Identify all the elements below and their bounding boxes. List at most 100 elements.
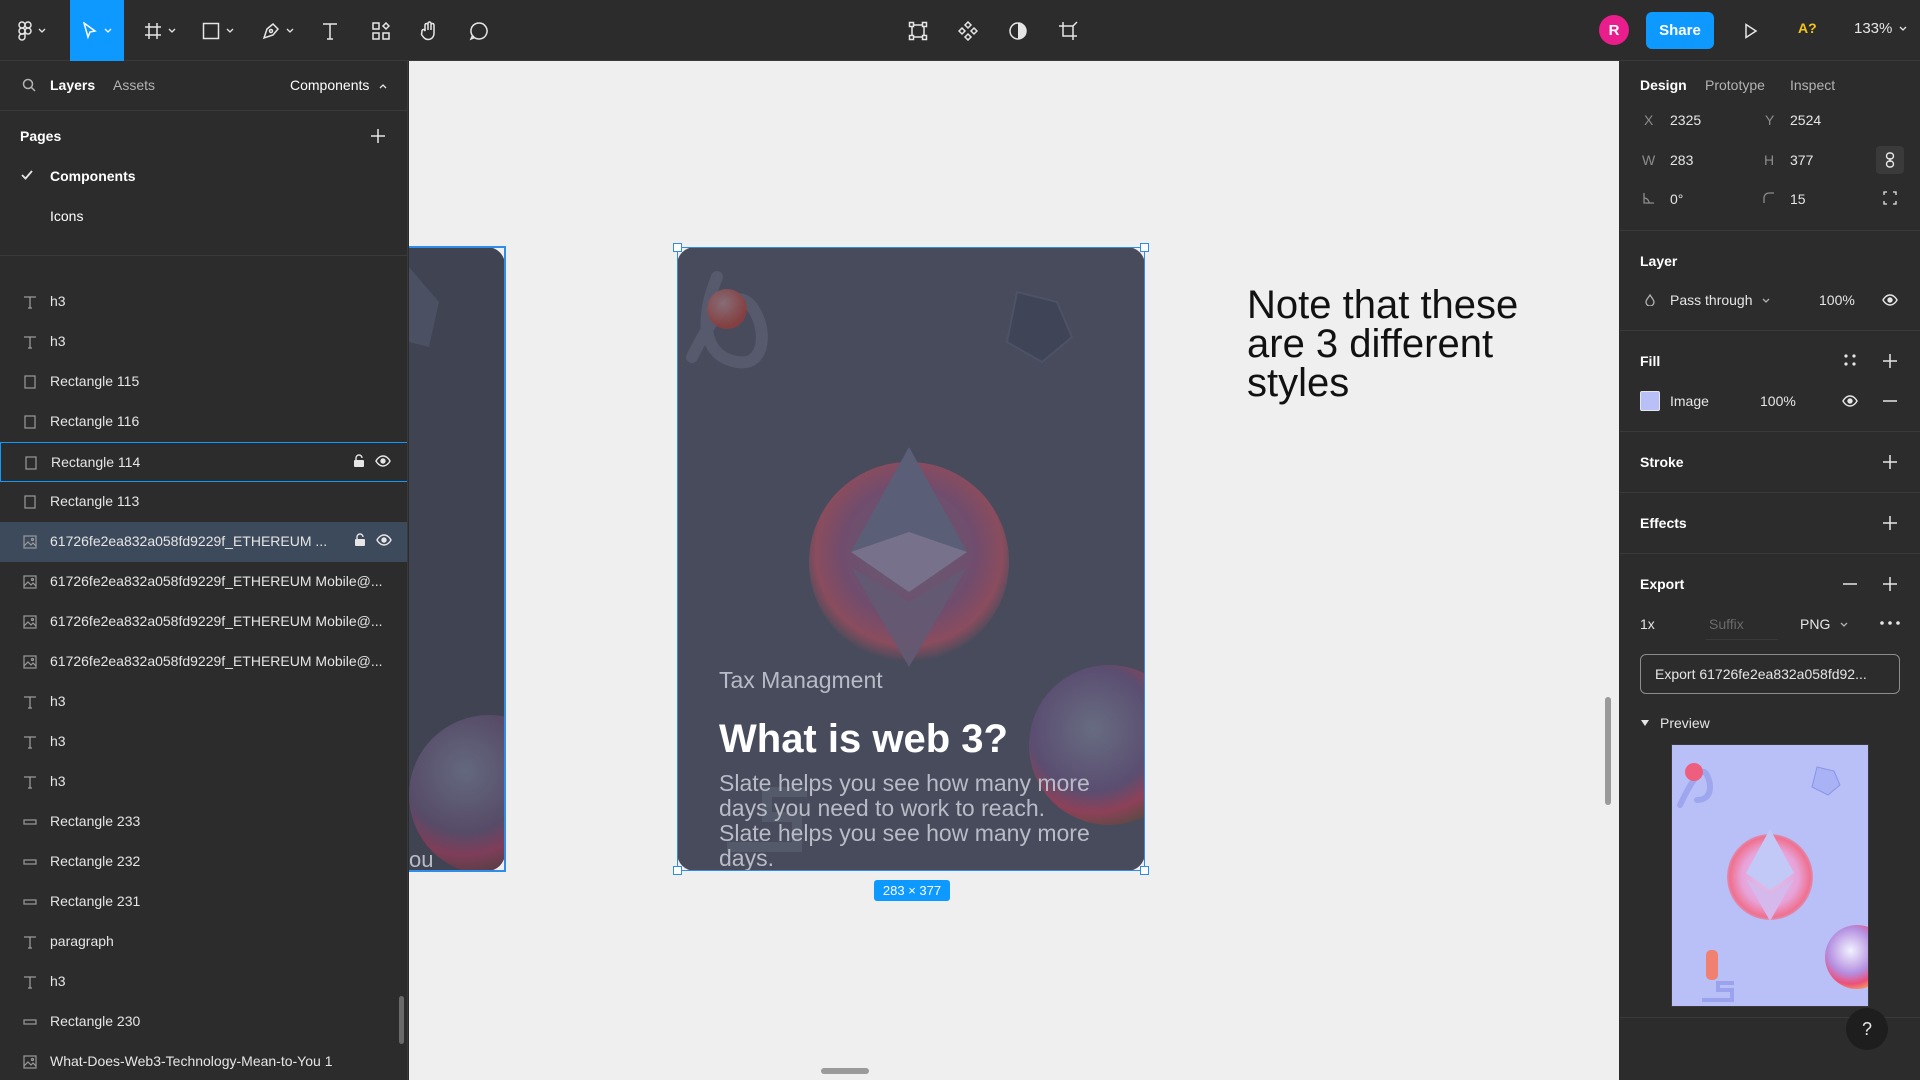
resize-handle-top-right[interactable]: [1140, 243, 1149, 252]
layer-row[interactable]: paragraph: [0, 922, 407, 962]
crystal-shape: [1811, 766, 1841, 796]
independent-corners-icon[interactable]: [1883, 191, 1897, 205]
present-button[interactable]: [1733, 0, 1769, 61]
export-scale-dropdown[interactable]: 1x: [1640, 616, 1655, 632]
add-effect-plus-icon[interactable]: [1882, 515, 1898, 531]
layer-row[interactable]: h3: [0, 722, 407, 762]
layer-row[interactable]: 61726fe2ea832a058fd9229f_ETHEREUM Mobile…: [0, 642, 407, 682]
shape-tool-button[interactable]: [196, 0, 240, 61]
crop-icon: [1059, 20, 1078, 40]
layer-row[interactable]: 61726fe2ea832a058fd9229f_ETHEREUM Mobile…: [0, 562, 407, 602]
page-switcher[interactable]: Components: [290, 77, 387, 93]
fill-opacity-input[interactable]: 100%: [1760, 393, 1796, 409]
fill-image-swatch[interactable]: [1640, 391, 1660, 411]
help-button[interactable]: ?: [1846, 1008, 1888, 1050]
tab-prototype[interactable]: Prototype: [1705, 77, 1765, 93]
layer-row[interactable]: Rectangle 230: [0, 1002, 407, 1042]
layer-row[interactable]: h3: [0, 322, 407, 362]
pages-heading: Pages: [20, 128, 62, 144]
tab-inspect[interactable]: Inspect: [1790, 77, 1835, 93]
y-input[interactable]: 2524: [1790, 112, 1821, 128]
current-page-label: Components: [290, 77, 370, 93]
styles-grid-icon[interactable]: [1843, 353, 1857, 367]
play-icon: [1745, 22, 1758, 39]
crop-button[interactable]: [1050, 0, 1086, 61]
remove-fill-minus-icon[interactable]: [1882, 400, 1898, 402]
comment-bubble-icon: [469, 21, 488, 40]
main-menu-button[interactable]: [10, 0, 54, 61]
layer-opacity-input[interactable]: 100%: [1819, 292, 1855, 308]
layer-row[interactable]: Rectangle 233: [0, 802, 407, 842]
eye-icon[interactable]: [1882, 293, 1898, 307]
caret-down-icon[interactable]: [1641, 720, 1649, 726]
hand-tool-button[interactable]: [412, 0, 446, 61]
remove-export-minus-icon[interactable]: [1842, 583, 1858, 585]
eye-icon[interactable]: [375, 454, 391, 468]
mask-button[interactable]: [1000, 0, 1036, 61]
preview-toggle[interactable]: Preview: [1660, 715, 1710, 731]
eye-icon[interactable]: [1842, 394, 1858, 408]
export-button[interactable]: Export 61726fe2ea832a058fd92...: [1640, 654, 1900, 694]
component-tool-button[interactable]: [900, 0, 936, 61]
resize-handle-top-left[interactable]: [673, 243, 682, 252]
unlock-icon[interactable]: [353, 454, 365, 468]
layer-row[interactable]: What-Does-Web3-Technology-Mean-to-You 1: [0, 1042, 407, 1080]
layer-row[interactable]: h3: [0, 682, 407, 722]
layer-row[interactable]: Rectangle 115: [0, 362, 407, 402]
layer-row[interactable]: 61726fe2ea832a058fd9229f_ETHEREUM ...: [0, 522, 407, 562]
corner-radius-input[interactable]: 15: [1790, 191, 1806, 207]
more-options-icon[interactable]: [1880, 621, 1900, 625]
page-item-icons[interactable]: Icons: [50, 208, 83, 224]
add-page-plus-icon[interactable]: [370, 128, 386, 144]
layer-row[interactable]: h3: [0, 962, 407, 1002]
width-input[interactable]: 283: [1670, 152, 1693, 168]
canvas-note-text[interactable]: Note that these are 3 different styles: [1247, 285, 1577, 403]
blend-mode-dropdown[interactable]: Pass through: [1670, 292, 1770, 308]
canvas-vertical-scrollbar[interactable]: [1605, 697, 1611, 805]
share-button[interactable]: Share: [1646, 12, 1714, 49]
unlock-icon[interactable]: [354, 533, 366, 547]
layer-row[interactable]: h3: [0, 762, 407, 802]
export-format-dropdown[interactable]: PNG: [1800, 616, 1848, 632]
add-export-plus-icon[interactable]: [1882, 576, 1898, 592]
chevron-down-icon: [1762, 298, 1770, 304]
move-tool-button[interactable]: [70, 0, 124, 61]
rotation-input[interactable]: 0°: [1670, 191, 1683, 207]
add-stroke-plus-icon[interactable]: [1882, 454, 1898, 470]
create-component-button[interactable]: [950, 0, 986, 61]
tab-assets[interactable]: Assets: [113, 77, 155, 93]
height-input[interactable]: 377: [1790, 152, 1813, 168]
layer-row[interactable]: h3: [0, 282, 407, 322]
tab-layers[interactable]: Layers: [50, 77, 95, 93]
canvas-horizontal-scrollbar[interactable]: [821, 1068, 869, 1074]
canvas[interactable]: ou Tax Managment What is web 3? Slate he…: [409, 61, 1619, 1080]
comment-tool-button[interactable]: [462, 0, 496, 61]
page-item-components[interactable]: Components: [50, 168, 136, 184]
add-fill-plus-icon[interactable]: [1882, 353, 1898, 369]
chevron-down-icon: [38, 28, 46, 33]
layer-row[interactable]: Rectangle 114: [0, 442, 407, 482]
constrain-proportions-button[interactable]: [1876, 146, 1904, 174]
eye-icon[interactable]: [376, 533, 392, 547]
resources-tool-button[interactable]: [364, 0, 398, 61]
zoom-dropdown[interactable]: 133%: [1854, 20, 1907, 37]
export-suffix-input[interactable]: Suffix: [1709, 616, 1744, 632]
layers-scrollbar[interactable]: [399, 996, 404, 1044]
stroke-section-title: Stroke: [1640, 454, 1684, 470]
frame-tool-button[interactable]: [138, 0, 182, 61]
tab-design[interactable]: Design: [1640, 77, 1687, 93]
fill-type-label[interactable]: Image: [1670, 393, 1709, 409]
text-tool-button[interactable]: [314, 0, 346, 61]
resize-handle-bottom-right[interactable]: [1140, 866, 1149, 875]
user-avatar[interactable]: R: [1599, 15, 1629, 45]
layer-row[interactable]: 61726fe2ea832a058fd9229f_ETHEREUM Mobile…: [0, 602, 407, 642]
accessibility-check-button[interactable]: A?: [1798, 20, 1817, 36]
layer-row[interactable]: Rectangle 231: [0, 882, 407, 922]
layer-row[interactable]: Rectangle 116: [0, 402, 407, 442]
layer-row[interactable]: Rectangle 113: [0, 482, 407, 522]
search-icon[interactable]: [22, 78, 36, 92]
pen-tool-button[interactable]: [256, 0, 300, 61]
layer-row[interactable]: Rectangle 232: [0, 842, 407, 882]
resize-handle-bottom-left[interactable]: [673, 866, 682, 875]
x-input[interactable]: 2325: [1670, 112, 1701, 128]
